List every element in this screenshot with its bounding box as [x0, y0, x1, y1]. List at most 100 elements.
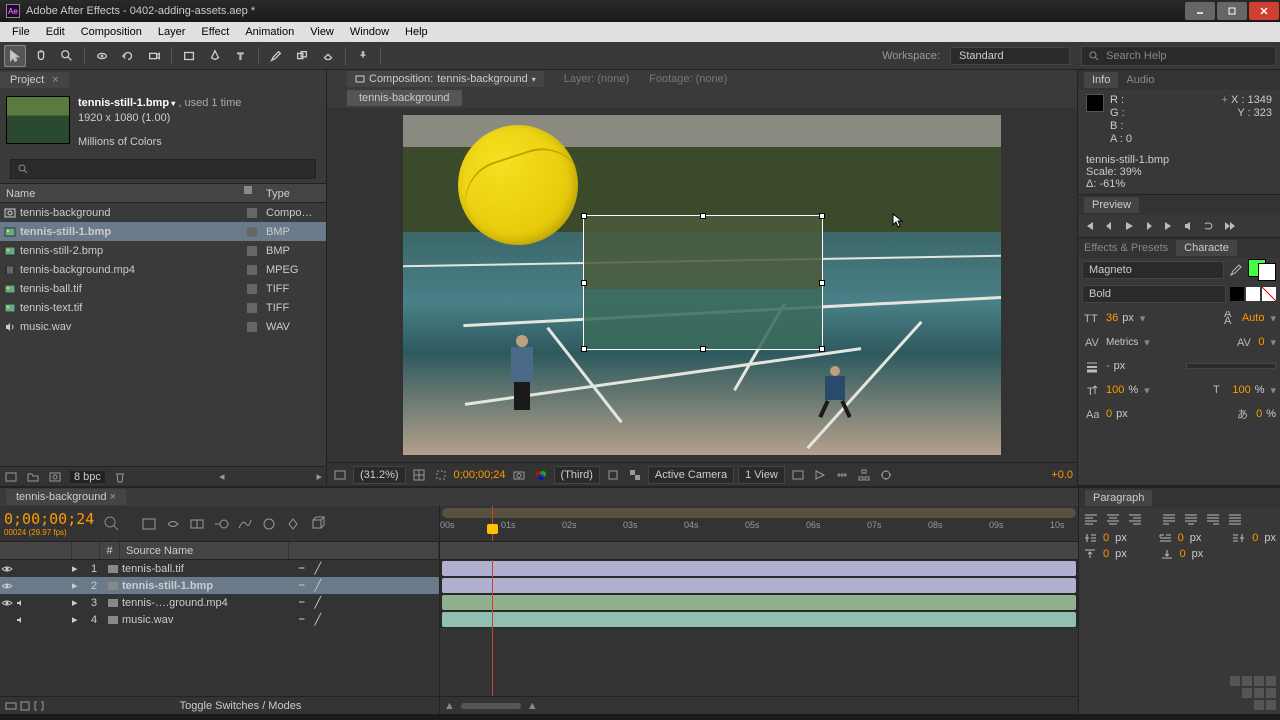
roi-icon[interactable]: [604, 466, 622, 484]
menu-animation[interactable]: Animation: [237, 24, 302, 40]
asset-label[interactable]: [242, 303, 262, 313]
loop-icon[interactable]: [1202, 219, 1216, 233]
project-item[interactable]: tennis-still-2.bmpBMP: [0, 241, 326, 260]
audio-toggle[interactable]: [14, 615, 28, 625]
new-folder-icon[interactable]: [26, 470, 40, 484]
layer-switch[interactable]: ╱: [315, 579, 322, 592]
workspace-dropdown[interactable]: Standard: [950, 47, 1070, 65]
prev-arrow-icon[interactable]: ◂: [219, 470, 225, 483]
maximize-button[interactable]: [1217, 2, 1247, 20]
reset-exposure-icon[interactable]: [877, 466, 895, 484]
col-tag[interactable]: [242, 184, 262, 202]
project-tab[interactable]: Project: [0, 72, 69, 88]
eyedropper-icon[interactable]: [1228, 262, 1244, 278]
menu-composition[interactable]: Composition: [73, 24, 150, 40]
audio-tab[interactable]: Audio: [1126, 74, 1154, 86]
audio-toggle[interactable]: [14, 598, 28, 608]
footage-tab[interactable]: Footage: (none): [649, 73, 727, 85]
render-queue-icon[interactable]: [18, 699, 32, 713]
timeline-layer[interactable]: ▸1tennis-ball.tif⎯╱: [0, 560, 439, 577]
toggle-switches-button[interactable]: Toggle Switches / Modes: [180, 700, 302, 712]
project-item[interactable]: tennis-background.mp4MPEG: [0, 260, 326, 279]
fast-preview-icon[interactable]: [811, 466, 829, 484]
interpret-footage-icon[interactable]: [4, 470, 18, 484]
menu-effect[interactable]: Effect: [193, 24, 237, 40]
comp-mini-icon[interactable]: [140, 515, 158, 533]
camera-tool[interactable]: [143, 45, 165, 67]
stroke-color-swatch[interactable]: [1258, 263, 1276, 281]
resolution-dropdown[interactable]: (Third): [554, 466, 600, 484]
black-swatch[interactable]: [1230, 287, 1244, 301]
puppet-tool[interactable]: [352, 45, 374, 67]
prev-frame-icon[interactable]: [1102, 219, 1116, 233]
asset-label[interactable]: [242, 322, 262, 332]
asset-label[interactable]: [242, 246, 262, 256]
zoom-tool[interactable]: [56, 45, 78, 67]
align-right-icon[interactable]: [1127, 512, 1143, 526]
toggle-switches-icon[interactable]: [4, 699, 18, 713]
magnification-dropdown[interactable]: (31.2%): [353, 466, 406, 484]
brackets-icon[interactable]: [32, 699, 46, 713]
shy-icon[interactable]: [164, 515, 182, 533]
current-time-display[interactable]: 0;00;00;24: [4, 510, 94, 528]
no-color-swatch[interactable]: [1262, 287, 1276, 301]
layer-switch[interactable]: ╱: [315, 613, 322, 626]
project-item[interactable]: tennis-backgroundCompo…: [0, 203, 326, 222]
layer-switch[interactable]: ⎯: [299, 562, 305, 575]
layer-switch[interactable]: ⎯: [299, 613, 305, 626]
visibility-toggle[interactable]: [0, 598, 14, 608]
selection-tool[interactable]: [4, 45, 26, 67]
layer-bar[interactable]: [440, 594, 1078, 611]
clone-tool[interactable]: [291, 45, 313, 67]
trash-icon[interactable]: [113, 470, 127, 484]
asset-label[interactable]: [242, 265, 262, 275]
new-comp-icon[interactable]: [48, 470, 62, 484]
comp-crumb[interactable]: tennis-background: [347, 90, 462, 106]
layer-switch[interactable]: ⎯: [299, 596, 305, 609]
layer-switch[interactable]: ╱: [315, 596, 322, 609]
first-frame-icon[interactable]: [1082, 219, 1096, 233]
auto-keyframe-icon[interactable]: [284, 515, 302, 533]
play-icon[interactable]: [1122, 219, 1136, 233]
justify-center-icon[interactable]: [1183, 512, 1199, 526]
paragraph-tab[interactable]: Paragraph: [1085, 490, 1152, 506]
menu-help[interactable]: Help: [397, 24, 436, 40]
layer-switch[interactable]: ⎯: [299, 579, 305, 592]
timeline-layer[interactable]: ▸4music.wav⎯╱: [0, 611, 439, 628]
layer-bounding-box[interactable]: [583, 215, 823, 350]
pen-tool[interactable]: [204, 45, 226, 67]
col-name[interactable]: Name: [0, 184, 242, 202]
menu-view[interactable]: View: [302, 24, 342, 40]
project-item[interactable]: music.wavWAV: [0, 317, 326, 336]
eraser-tool[interactable]: [317, 45, 339, 67]
project-item[interactable]: tennis-ball.tifTIFF: [0, 279, 326, 298]
brainstorm-icon[interactable]: [260, 515, 278, 533]
justify-right-icon[interactable]: [1205, 512, 1221, 526]
layer-switch[interactable]: ╱: [315, 562, 322, 575]
graph-editor-icon[interactable]: [236, 515, 254, 533]
minimize-button[interactable]: [1185, 2, 1215, 20]
camera-dropdown[interactable]: Active Camera: [648, 466, 734, 484]
comp-tab[interactable]: Composition: tennis-background: [347, 71, 544, 87]
flowchart-icon[interactable]: [855, 466, 873, 484]
draft-3d-icon[interactable]: [308, 515, 326, 533]
panel-dock-icon[interactable]: [1230, 676, 1276, 710]
orbit-tool[interactable]: [91, 45, 113, 67]
next-arrow-icon[interactable]: ▸: [316, 470, 322, 483]
grid-icon[interactable]: [410, 466, 428, 484]
timeline-tab[interactable]: tennis-background: [6, 489, 126, 505]
frame-blend-icon[interactable]: [188, 515, 206, 533]
mask-icon[interactable]: [432, 466, 450, 484]
close-button[interactable]: [1249, 2, 1279, 20]
twirl-icon[interactable]: ▸: [72, 579, 84, 592]
timeline-layer[interactable]: ▸3tennis-….ground.mp4⎯╱: [0, 594, 439, 611]
zoom-in-icon[interactable]: ▲: [527, 700, 538, 712]
effects-tab[interactable]: Effects & Presets: [1084, 242, 1168, 254]
view-dropdown[interactable]: 1 View: [738, 466, 785, 484]
ram-preview-icon[interactable]: [1222, 219, 1236, 233]
layer-bar[interactable]: [440, 560, 1078, 577]
playhead[interactable]: [492, 506, 493, 541]
zoom-out-icon[interactable]: ▲: [444, 700, 455, 712]
menu-window[interactable]: Window: [342, 24, 397, 40]
composition-viewer[interactable]: [327, 108, 1077, 462]
